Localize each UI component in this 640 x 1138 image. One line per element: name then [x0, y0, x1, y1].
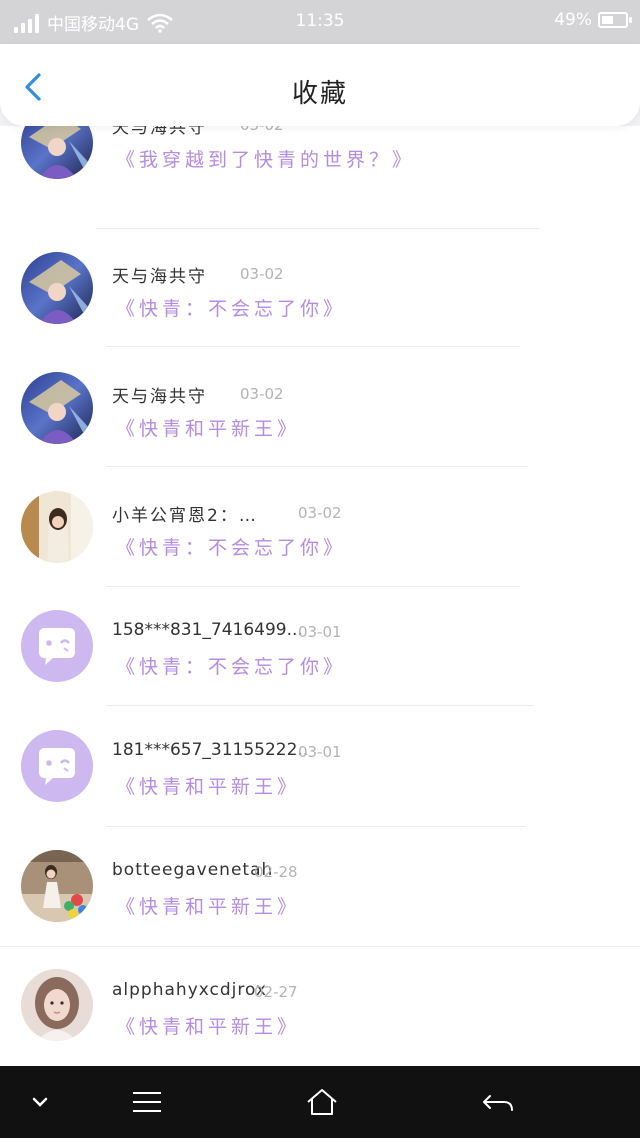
system-nav-bar: [0, 1066, 640, 1138]
game-hero-avatar: [21, 372, 93, 444]
user-name: 181***657_31155222..: [112, 740, 309, 760]
item-message: 《我穿越到了快青的世界？》: [116, 149, 416, 171]
list-item[interactable]: 小羊公宵恩2：… 03-02 《快青：不会忘了你》: [0, 468, 640, 587]
user-name: 小羊公宵恩2：…: [112, 506, 258, 526]
list-item[interactable]: 天与海共守 03-02 《快青和平新王》: [0, 348, 640, 467]
favorites-list[interactable]: 天与海共守 03-02 《我穿越到了快青的世界？》 天与海共守 03-02 《快…: [0, 126, 640, 1066]
item-message: 《快青和平新王》: [116, 776, 301, 798]
girl-photo-avatar: [21, 491, 93, 563]
list-item[interactable]: botteegavenetah 02-28 《快青和平新王》: [0, 827, 640, 947]
list-item[interactable]: 天与海共守 03-02 《我穿越到了快青的世界？》: [0, 126, 640, 229]
item-date: 03-01: [298, 743, 342, 761]
item-message: 《快青：不会忘了你》: [116, 537, 347, 559]
back-arrow-icon[interactable]: [463, 1066, 533, 1138]
home-icon[interactable]: [287, 1066, 357, 1138]
item-message: 《快青和平新王》: [116, 418, 301, 440]
user-name: 天与海共守: [112, 387, 207, 407]
divider: [106, 466, 528, 467]
menu-icon[interactable]: [112, 1066, 182, 1138]
game-hero-avatar: [21, 126, 93, 179]
item-message: 《快青：不会忘了你》: [116, 656, 347, 678]
user-name: alpphahyxcdjrox: [112, 980, 267, 1000]
user-name: 158***831_7416499...: [112, 620, 303, 640]
list-item[interactable]: alpphahyxcdjrox 02-27 《快青和平新王》: [0, 947, 640, 1066]
item-date: 02-28: [254, 863, 298, 881]
default-chat-avatar: [21, 730, 93, 802]
user-name: botteegavenetah: [112, 860, 274, 880]
item-date: 02-27: [254, 983, 298, 1001]
list-item[interactable]: 天与海共守 03-02 《快青：不会忘了你》: [0, 229, 640, 348]
list-item[interactable]: 158***831_7416499... 03-01 《快青：不会忘了你》: [0, 587, 640, 706]
item-message: 《快青：不会忘了你》: [116, 298, 347, 320]
clock: 11:35: [295, 11, 345, 31]
battery-percent: 49%: [554, 10, 592, 30]
status-right: 49%: [554, 10, 632, 30]
item-date: 03-01: [298, 623, 342, 641]
page-title: 收藏: [291, 79, 348, 109]
item-message: 《快青和平新王》: [116, 1016, 301, 1038]
user-name: 天与海共守: [112, 267, 207, 287]
app-header: 收藏: [0, 44, 640, 126]
item-date: 03-02: [240, 385, 284, 403]
item-date: 03-02: [240, 265, 284, 283]
item-message: 《快青和平新王》: [116, 896, 301, 918]
battery-icon: [598, 12, 632, 28]
chevron-down-icon[interactable]: [5, 1066, 75, 1138]
game-hero-avatar: [21, 252, 93, 324]
divider: [106, 346, 520, 347]
item-date: 03-02: [240, 126, 284, 134]
status-bar: 中国移动4G 11:35 49%: [0, 0, 640, 44]
portrait-girl-avatar: [21, 969, 93, 1041]
item-date: 03-02: [298, 504, 342, 522]
default-chat-avatar: [21, 610, 93, 682]
list-item[interactable]: 181***657_31155222.. 03-01 《快青和平新王》: [0, 706, 640, 827]
user-name: 天与海共守: [112, 126, 207, 138]
balloon-girl-avatar: [21, 850, 93, 922]
